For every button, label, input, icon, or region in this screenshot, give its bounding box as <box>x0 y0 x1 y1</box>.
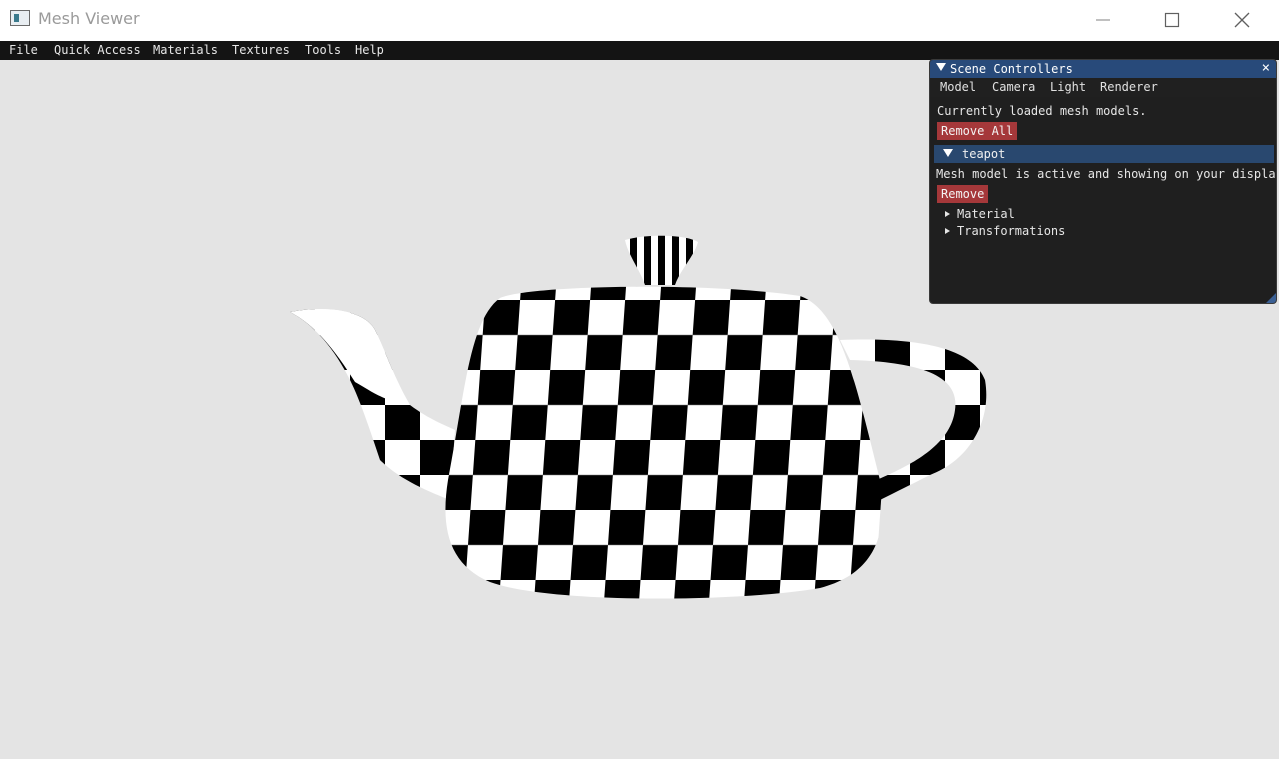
app-icon <box>10 10 30 26</box>
tab-model[interactable]: Model <box>940 80 976 94</box>
menu-bar: File Quick Access Materials Textures Too… <box>0 41 1279 60</box>
menu-textures[interactable]: Textures <box>232 43 290 57</box>
close-icon <box>1234 12 1250 28</box>
teapot-mesh <box>290 235 987 599</box>
maximize-icon <box>1164 12 1180 28</box>
expand-right-icon <box>945 228 950 234</box>
tab-camera[interactable]: Camera <box>992 80 1035 94</box>
tab-renderer[interactable]: Renderer <box>1100 80 1158 94</box>
scene-controllers-panel: Scene Controllers × Model Camera Light R… <box>929 59 1277 304</box>
transformations-tree-node[interactable]: Transformations <box>944 224 1144 240</box>
minimize-icon <box>1096 19 1110 21</box>
menu-tools[interactable]: Tools <box>305 43 341 57</box>
menu-materials[interactable]: Materials <box>153 43 218 57</box>
panel-title-bar[interactable]: Scene Controllers × <box>930 60 1276 78</box>
remove-model-button[interactable]: Remove <box>937 185 989 203</box>
loaded-models-text: Currently loaded mesh models. <box>937 104 1147 118</box>
model-status-text: Mesh model is active and showing on your… <box>936 167 1277 181</box>
collapse-arrow-icon[interactable] <box>936 63 946 71</box>
panel-tab-bar: Model Camera Light Renderer <box>930 78 1276 97</box>
close-window-button[interactable] <box>1208 0 1276 40</box>
model-name: teapot <box>962 147 1006 161</box>
material-tree-node[interactable]: Material <box>944 207 1144 223</box>
menu-quick-access[interactable]: Quick Access <box>54 43 141 57</box>
material-label: Material <box>957 207 1015 221</box>
tab-light[interactable]: Light <box>1050 80 1086 94</box>
remove-all-button[interactable]: Remove All <box>937 122 1018 140</box>
menu-file[interactable]: File <box>9 43 38 57</box>
transformations-label: Transformations <box>957 224 1066 238</box>
menu-help[interactable]: Help <box>355 43 384 57</box>
expand-right-icon <box>945 211 950 217</box>
model-tree-header[interactable]: teapot <box>934 145 1274 163</box>
expand-arrow-icon <box>943 149 953 157</box>
resize-grip[interactable] <box>1266 293 1276 303</box>
panel-title: Scene Controllers <box>950 62 1073 76</box>
title-bar: Mesh Viewer <box>0 0 1279 41</box>
minimize-button[interactable] <box>1069 0 1137 40</box>
panel-close-icon[interactable]: × <box>1262 60 1270 76</box>
window-title: Mesh Viewer <box>38 9 140 28</box>
maximize-button[interactable] <box>1138 0 1206 40</box>
